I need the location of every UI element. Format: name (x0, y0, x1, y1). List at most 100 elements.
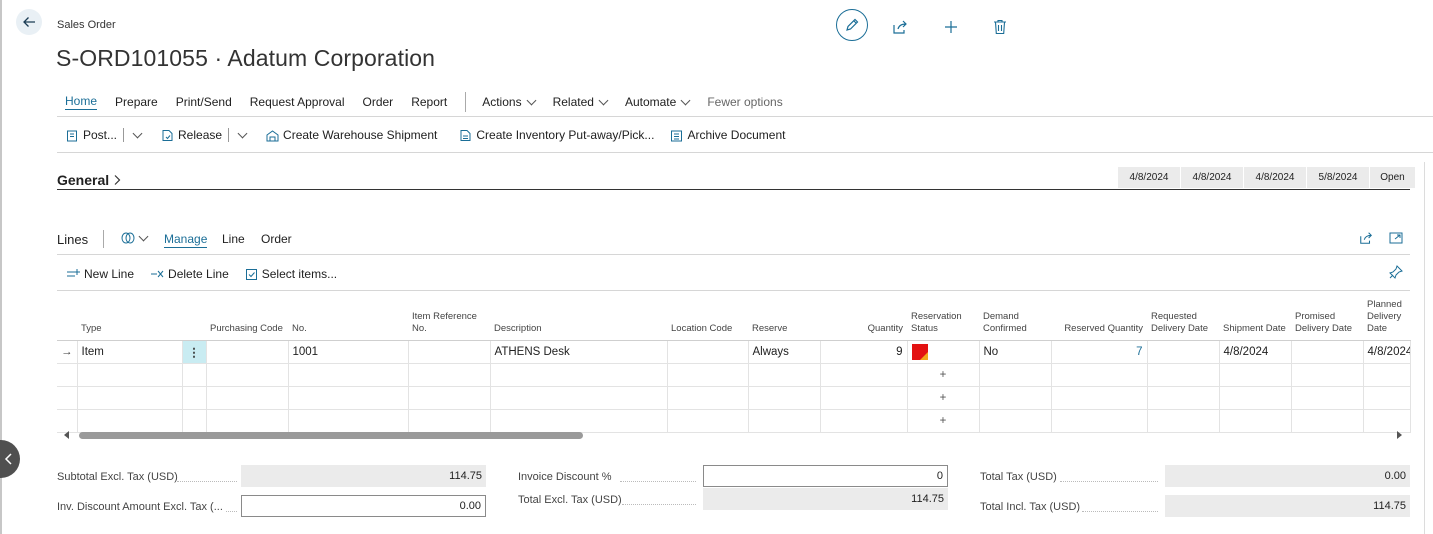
col-location-code[interactable]: Location Code (667, 291, 748, 341)
add-icon[interactable]: + (906, 386, 980, 410)
invoice-discount-pct-input[interactable]: 0 (703, 465, 948, 487)
inv-discount-amount-input[interactable]: 0.00 (241, 495, 486, 517)
tab-order[interactable]: Order (261, 232, 292, 246)
release-button[interactable]: Release (161, 128, 248, 142)
menu-automate[interactable]: Automate (625, 95, 691, 109)
cell-shipment-date[interactable]: 4/8/2024 (1218, 340, 1292, 364)
cell-purchasing-code[interactable] (205, 340, 289, 364)
scroll-left-icon[interactable] (62, 429, 72, 441)
personalize-button[interactable] (1389, 265, 1403, 282)
col-type[interactable]: Type (77, 291, 182, 341)
cell-description[interactable] (489, 363, 668, 387)
cell-no[interactable]: 1001 (287, 340, 409, 364)
lines-expand-button[interactable] (1389, 231, 1403, 248)
tab-line[interactable]: Line (222, 232, 245, 246)
cell-item-reference[interactable] (407, 340, 491, 364)
cell-requested-delivery[interactable] (1146, 340, 1220, 364)
menu-actions[interactable]: Actions (482, 95, 537, 109)
scrollbar-thumb[interactable] (79, 432, 583, 439)
table-row[interactable]: + (57, 386, 1411, 410)
share-button[interactable] (885, 12, 915, 42)
chevron-down-icon[interactable] (132, 128, 143, 138)
col-no[interactable]: No. (288, 291, 408, 341)
menu-fewer-options[interactable]: Fewer options (707, 95, 782, 109)
create-inventory-putaway-button[interactable]: Create Inventory Put-away/Pick... (459, 128, 654, 142)
cell-quantity[interactable]: 9 (819, 340, 908, 364)
cell-purchasing-code[interactable] (205, 386, 289, 410)
cell-type[interactable] (76, 386, 183, 410)
col-promised-delivery[interactable]: Promised Delivery Date (1291, 291, 1363, 341)
cell-description[interactable] (489, 386, 668, 410)
menu-report[interactable]: Report (411, 95, 447, 109)
cell-planned-delivery[interactable] (1362, 386, 1411, 410)
back-button[interactable] (16, 9, 42, 35)
col-reserved-quantity[interactable]: Reserved Quantity (1051, 291, 1147, 341)
col-purchasing-code[interactable]: Purchasing Code (206, 291, 288, 341)
add-icon[interactable]: + (906, 363, 980, 387)
collapse-panel-button[interactable] (0, 440, 20, 478)
cell-description[interactable]: ATHENS Desk (489, 340, 668, 364)
table-row[interactable]: → Item ⋮ 1001 ATHENS Desk Always 9 No 7 … (57, 340, 1411, 364)
delete-line-button[interactable]: Delete Line (150, 267, 229, 281)
cell-planned-delivery[interactable]: 4/8/2024 (1362, 340, 1411, 364)
cell-quantity[interactable] (819, 363, 908, 387)
col-item-reference[interactable]: Item Reference No. (408, 291, 490, 341)
cell-demand-confirmed[interactable] (978, 386, 1052, 410)
cell-reserve[interactable]: Always (747, 340, 821, 364)
lines-view-selector[interactable] (120, 231, 149, 245)
cell-requested-delivery[interactable] (1146, 363, 1220, 387)
menu-print-send[interactable]: Print/Send (176, 95, 232, 109)
menu-related[interactable]: Related (553, 95, 609, 109)
create-warehouse-shipment-button[interactable]: Create Warehouse Shipment (266, 128, 437, 142)
col-demand-confirmed[interactable]: Demand Confirmed (979, 291, 1051, 341)
select-items-button[interactable]: Select items... (245, 267, 337, 281)
cell-type[interactable]: Item (76, 340, 183, 364)
cell-shipment-date[interactable] (1218, 386, 1292, 410)
scroll-right-icon[interactable] (1394, 429, 1404, 441)
col-planned-delivery[interactable]: Planned Delivery Date (1363, 291, 1410, 341)
add-button[interactable] (936, 12, 966, 42)
menu-request-approval[interactable]: Request Approval (250, 95, 345, 109)
cell-planned-delivery[interactable] (1362, 363, 1411, 387)
post-button[interactable]: Post... (66, 128, 143, 142)
cell-demand-confirmed[interactable] (978, 363, 1052, 387)
cell-location-code[interactable] (666, 386, 749, 410)
archive-document-button[interactable]: Archive Document (670, 128, 785, 142)
cell-reserve[interactable] (747, 386, 821, 410)
col-reservation-status[interactable]: Reservation Status (907, 291, 979, 341)
chevron-down-icon[interactable] (237, 128, 248, 138)
edit-button[interactable] (836, 9, 868, 41)
cell-no[interactable] (287, 363, 409, 387)
col-shipment-date[interactable]: Shipment Date (1219, 291, 1291, 341)
cell-reserve[interactable] (747, 363, 821, 387)
cell-promised-delivery[interactable] (1290, 386, 1364, 410)
cell-location-code[interactable] (666, 340, 749, 364)
row-actions-menu[interactable]: ⋮ (181, 340, 207, 364)
cell-type[interactable] (76, 363, 183, 387)
col-quantity[interactable]: Quantity (820, 291, 907, 341)
col-description[interactable]: Description (490, 291, 667, 341)
table-row[interactable]: + (57, 363, 1411, 387)
menu-prepare[interactable]: Prepare (115, 95, 158, 109)
tab-manage[interactable]: Manage (164, 232, 208, 248)
col-reserve[interactable]: Reserve (748, 291, 820, 341)
delete-button[interactable] (985, 12, 1015, 42)
new-line-button[interactable]: New Line (66, 267, 134, 281)
cell-demand-confirmed[interactable]: No (978, 340, 1052, 364)
cell-no[interactable] (287, 386, 409, 410)
lines-share-button[interactable] (1359, 231, 1373, 248)
col-requested-delivery[interactable]: Requested Delivery Date (1147, 291, 1219, 341)
cell-item-reference[interactable] (407, 386, 491, 410)
cell-reserved-quantity[interactable] (1050, 363, 1148, 387)
cell-quantity[interactable] (819, 386, 908, 410)
cell-reserved-quantity[interactable]: 7 (1050, 340, 1148, 364)
cell-item-reference[interactable] (407, 363, 491, 387)
cell-reserved-quantity[interactable] (1050, 386, 1148, 410)
cell-shipment-date[interactable] (1218, 363, 1292, 387)
menu-home[interactable]: Home (65, 94, 98, 110)
cell-purchasing-code[interactable] (205, 363, 289, 387)
cell-promised-delivery[interactable] (1290, 340, 1364, 364)
cell-requested-delivery[interactable] (1146, 386, 1220, 410)
menu-order[interactable]: Order (363, 95, 394, 109)
cell-location-code[interactable] (666, 363, 749, 387)
